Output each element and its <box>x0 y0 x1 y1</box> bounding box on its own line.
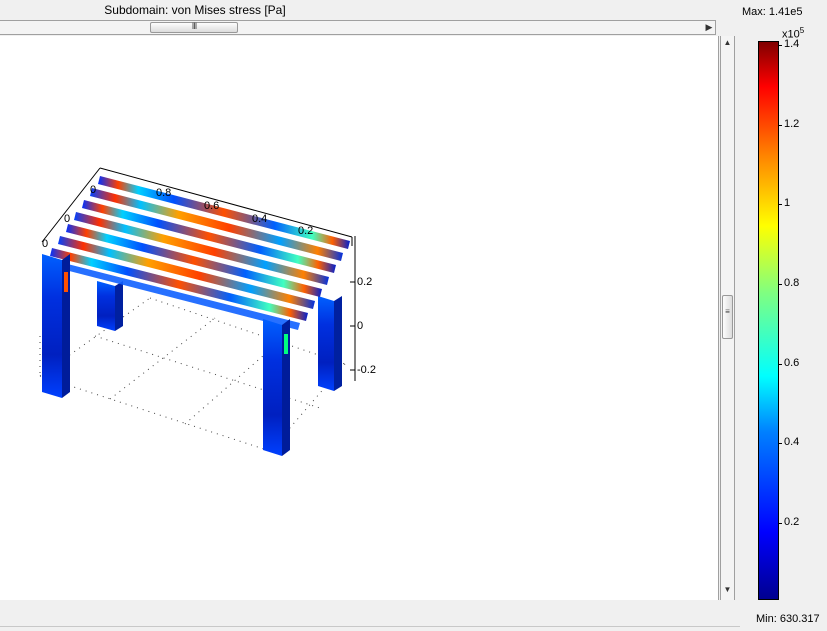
colorbar-tick <box>778 44 782 46</box>
back-left-leg <box>97 281 115 331</box>
stress-plot-svg: 0.8 0.6 0.4 0.2 0 0 0 0.2 0 -0.2 <box>39 167 376 456</box>
colorbar-tick <box>778 283 782 285</box>
colorbar <box>758 41 779 600</box>
scroll-down-icon[interactable]: ▼ <box>721 585 734 594</box>
plot-title: Subdomain: von Mises stress [Pa] <box>104 3 286 17</box>
top-axis-label: 0.4 <box>252 213 267 225</box>
colorbar-tick <box>778 124 782 126</box>
horizontal-scrollbar[interactable]: III ▶ <box>0 20 716 35</box>
colorbar-max-label: Max: 1.41e5 <box>742 6 803 18</box>
colorbar-tick <box>778 522 782 524</box>
front-right-leg <box>263 319 282 456</box>
colorbar-tick-label: 1.2 <box>784 117 800 130</box>
colorbar-tick-label: 0.4 <box>784 436 800 449</box>
colorbar-tick-label: 0.6 <box>784 356 800 369</box>
floor-grid <box>39 297 346 452</box>
scroll-right-icon[interactable]: ▶ <box>703 21 715 34</box>
top-axis-label: 0.6 <box>204 200 219 212</box>
vertical-scrollbar[interactable]: ▲ ≡ ▼ <box>720 36 735 600</box>
top-axis-label: 0.8 <box>156 187 171 199</box>
z-axis-label: -0.2 <box>357 364 376 376</box>
z-axis-label: 0 <box>357 320 363 332</box>
back-right-leg <box>318 296 334 391</box>
front-left-leg <box>42 254 62 398</box>
colorbar-tick-label: 0.8 <box>784 276 800 289</box>
colorbar-tick <box>778 363 782 365</box>
colorbar-tick-label: 0.2 <box>784 515 800 528</box>
colorbar-tick-label: 1.4 <box>784 37 800 50</box>
grip-icon: ≡ <box>725 307 730 316</box>
colorbar-tick <box>778 204 782 206</box>
plot-canvas[interactable]: 0.8 0.6 0.4 0.2 0 0 0 0.2 0 -0.2 <box>0 36 719 600</box>
z-axis-label: 0.2 <box>357 276 372 288</box>
grip-icon: III <box>191 21 198 31</box>
top-axis-label: 0.2 <box>298 225 313 237</box>
divider <box>0 626 740 627</box>
colorbar-min-label: Min: 630.317 <box>756 613 820 625</box>
scroll-up-icon[interactable]: ▲ <box>721 38 734 47</box>
colorbar-tick-label: 1 <box>784 197 791 210</box>
tabletop <box>42 176 350 330</box>
left-axis-label: 0 <box>64 213 70 225</box>
horizontal-scroll-thumb[interactable]: III <box>150 21 238 33</box>
colorbar-tick <box>778 443 782 445</box>
left-axis-label: 0 <box>90 184 96 196</box>
left-axis-label: 0 <box>42 238 48 250</box>
vertical-scroll-thumb[interactable]: ≡ <box>722 295 733 339</box>
colorbar-scale-exponent: 5 <box>799 26 805 35</box>
